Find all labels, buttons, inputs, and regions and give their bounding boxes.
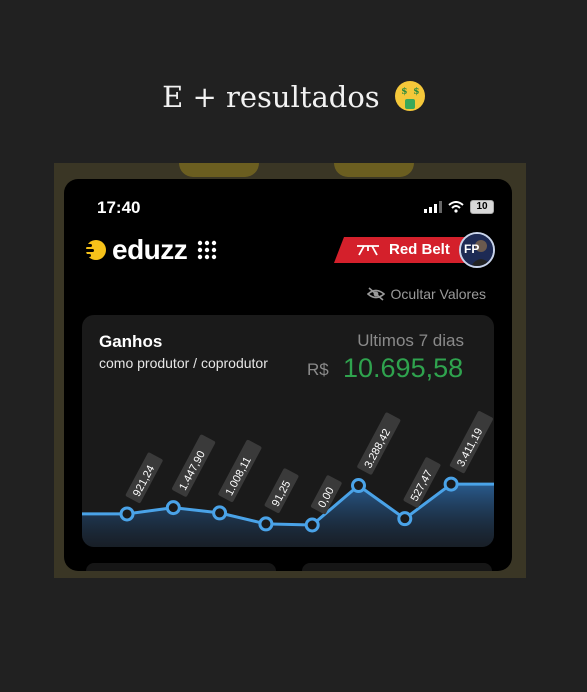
- story-caption: E + resultados $ $: [0, 80, 587, 114]
- eduzz-logo[interactable]: eduzz: [82, 234, 217, 266]
- app-screenshot: 17:40 10 eduzz Red Belt FP Ocultar Valor…: [54, 163, 526, 578]
- data-label: 921,24: [125, 452, 163, 503]
- data-label: 1.447,90: [172, 434, 216, 497]
- belt-label: Red Belt: [389, 241, 450, 258]
- earnings-card: Ganhos como produtor / coprodutor Ultimo…: [82, 315, 494, 547]
- data-point[interactable]: [304, 517, 320, 533]
- card-subtitle: como produtor / coprodutor: [99, 355, 268, 371]
- apps-grid-icon[interactable]: [197, 240, 217, 260]
- earnings-chart: 921,24 1.447,90 1.008,11 91,25 0,003.288,425…: [82, 411, 494, 547]
- status-time: 17:40: [97, 198, 141, 217]
- dollar-eye-icon: $: [401, 87, 408, 97]
- data-label: 91,25: [264, 468, 299, 513]
- belt-badge[interactable]: Red Belt: [334, 237, 476, 263]
- currency-symbol: R$: [307, 360, 329, 379]
- data-label: 3.411,19: [449, 411, 493, 474]
- battery-icon: 10: [470, 200, 494, 214]
- data-point[interactable]: [258, 516, 274, 532]
- bottom-card-right: [302, 563, 492, 571]
- phone-screen: 17:40 10 eduzz Red Belt FP Ocultar Valor…: [64, 179, 512, 571]
- money-mouth-face-icon: $ $: [394, 81, 425, 111]
- data-point[interactable]: [351, 478, 366, 494]
- hide-values-label: Ocultar Valores: [390, 286, 486, 302]
- avatar-image: FP: [461, 234, 493, 266]
- background-decoration: [334, 163, 414, 177]
- eduzz-logo-icon: [82, 240, 106, 260]
- period-selector[interactable]: Ultimos 7 dias: [357, 331, 464, 351]
- earnings-total: 10.695,58: [343, 353, 464, 383]
- data-point[interactable]: [443, 476, 459, 492]
- bottom-card-left: [86, 563, 276, 571]
- data-point[interactable]: [212, 505, 228, 521]
- wifi-icon: [448, 201, 464, 213]
- data-point[interactable]: [119, 506, 135, 522]
- data-label: 3.288,42: [357, 412, 401, 475]
- eye-off-icon: [366, 287, 385, 301]
- data-point[interactable]: [165, 500, 181, 516]
- belt-icon: [357, 245, 379, 256]
- signal-icon: [424, 201, 442, 213]
- brand-name: eduzz: [112, 234, 188, 265]
- data-point[interactable]: [397, 511, 413, 527]
- data-label: 1.008,11: [218, 439, 262, 502]
- caption-text: E + resultados: [162, 80, 380, 114]
- tongue-icon: [404, 99, 415, 109]
- background-decoration: [179, 163, 259, 177]
- avatar-initials: FP: [464, 242, 479, 256]
- avatar[interactable]: FP: [459, 232, 495, 268]
- dollar-eye-icon: $: [413, 87, 420, 97]
- status-icons: 10: [424, 200, 494, 214]
- card-title: Ganhos: [99, 332, 163, 351]
- hide-values-toggle[interactable]: Ocultar Valores: [366, 286, 486, 302]
